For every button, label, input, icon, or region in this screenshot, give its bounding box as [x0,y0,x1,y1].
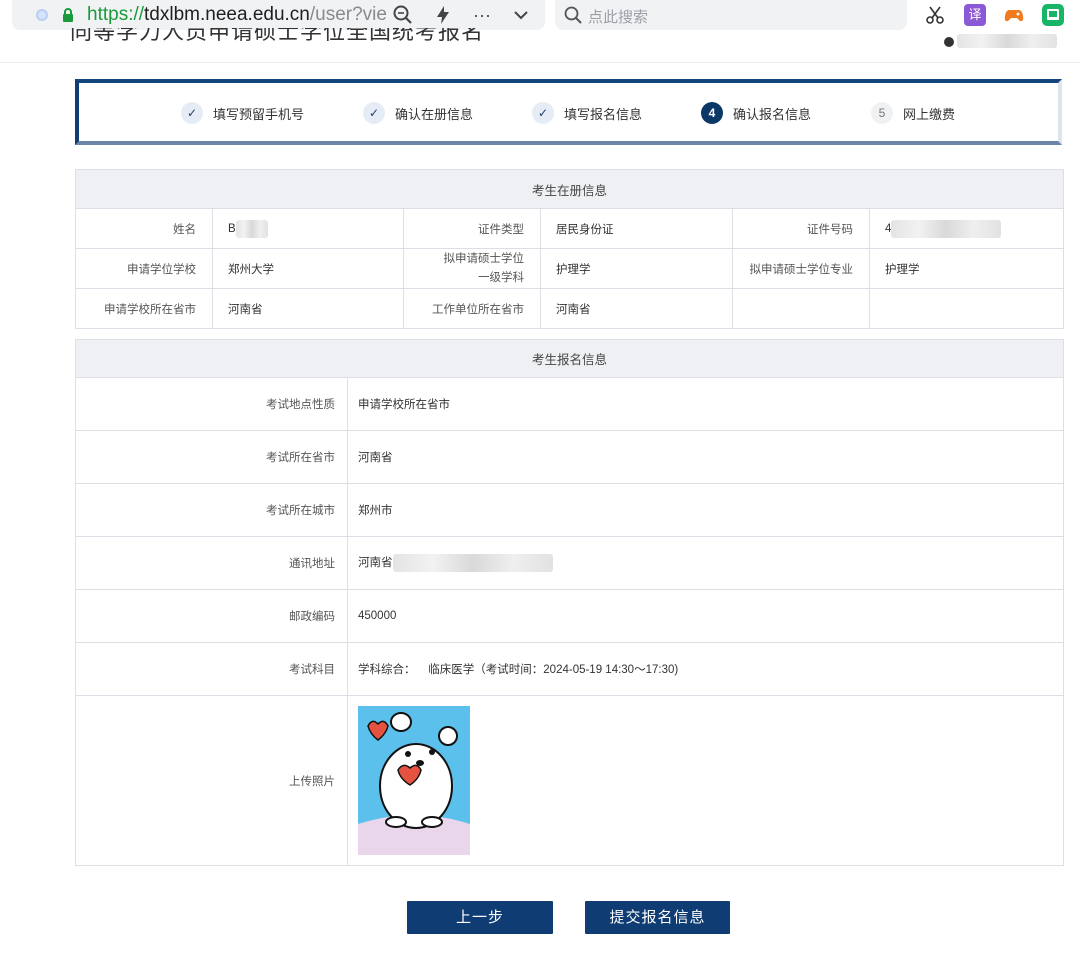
postal-code-value: 450000 [346,589,1065,643]
scissors-icon[interactable] [924,4,946,26]
uploaded-photo [358,706,470,855]
work-province-value: 河南省 [540,288,733,329]
step-5: 5 网上缴费 [871,102,955,124]
header-divider [0,62,1080,63]
address-label: 通讯地址 [75,536,348,590]
reader-icon[interactable] [1042,4,1064,26]
user-name-redacted [957,34,1057,48]
discipline-label: 拟申请硕士学位一级学科 [403,248,541,289]
site-info-icon[interactable] [36,9,48,21]
address-bar[interactable]: https://tdxlbm.neea.edu.cn/user?vie ··· [12,0,545,30]
url-text[interactable]: https://tdxlbm.neea.edu.cn/user?vie [87,4,397,26]
step-label: 确认在册信息 [395,106,474,122]
school-province-value: 河南省 [212,288,404,329]
step-3: ✓ 填写报名信息 [532,102,642,124]
photo-cell [346,695,1065,866]
step-1: ✓ 填写预留手机号 [181,102,304,124]
browser-search[interactable]: 点此搜索 [555,0,907,30]
step-label: 填写报名信息 [564,106,643,122]
bear-illustration [358,706,470,855]
progress-steps: ✓ 填写预留手机号 ✓ 确认在册信息 ✓ 填写报名信息 4 确认报名信息 5 网… [75,79,1062,145]
registration-info-table: 考生报名信息 考试地点性质 申请学校所在省市 考试所在省市 河南省 考试所在城市… [74,339,1065,866]
previous-step-button[interactable]: 上一步 [407,901,553,934]
exam-subject-value: 学科综合： 临床医学（考试时间：2024-05-19 14:30～17:30) [346,642,1065,696]
major-value: 护理学 [868,248,1065,289]
id-number-value: 4 [868,208,1065,249]
name-value: B [212,208,404,249]
user-icon [944,37,954,47]
id-type-label: 证件类型 [403,208,541,249]
search-placeholder: 点此搜索 [588,9,649,26]
translate-icon[interactable]: 译 [964,4,986,26]
section-title: 考生报名信息 [74,339,1065,378]
name-label: 姓名 [75,208,213,249]
step-number: 5 [871,102,893,124]
photo-label: 上传照片 [75,695,348,866]
discipline-value: 护理学 [540,248,733,289]
school-value: 郑州大学 [212,248,404,289]
step-2: ✓ 确认在册信息 [363,102,473,124]
game-icon[interactable] [1003,4,1025,26]
step-number: 4 [701,102,723,124]
exam-province-value: 河南省 [346,430,1065,484]
postal-code-label: 邮政编码 [75,589,348,643]
exam-site-type-value: 申请学校所在省市 [346,377,1065,431]
site-title: 同等学力人员申请硕士学位全国统考报名平台 [70,28,485,44]
step-label: 网上缴费 [903,106,956,122]
school-label: 申请学位学校 [75,248,213,289]
step-4: 4 确认报名信息 [701,102,811,124]
submit-registration-button[interactable]: 提交报名信息 [585,901,730,934]
id-number-label: 证件号码 [732,208,870,249]
registry-info-table: 考生在册信息 姓名 B 证件类型 居民身份证 证件号码 4 申请学位学校 郑州大… [74,169,1065,329]
chevron-down-icon[interactable] [510,4,532,26]
more-icon[interactable]: ··· [471,4,493,26]
empty-cell [732,288,870,329]
empty-cell [868,288,1065,329]
school-province-label: 申请学校所在省市 [75,288,213,329]
id-type-value: 居民身份证 [540,208,733,249]
lock-icon [63,8,73,22]
step-label: 填写预留手机号 [213,106,305,122]
check-icon: ✓ [363,102,385,124]
zoom-icon[interactable] [392,4,414,26]
exam-province-label: 考试所在省市 [75,430,348,484]
exam-subject-label: 考试科目 [75,642,348,696]
address-value: 河南省 [346,536,1065,590]
user-info[interactable] [943,34,1058,50]
exam-city-label: 考试所在城市 [75,483,348,537]
major-label: 拟申请硕士学位专业 [732,248,870,289]
lightning-icon[interactable] [432,4,454,26]
search-icon [564,6,582,24]
exam-city-value: 郑州市 [346,483,1065,537]
section-title: 考生在册信息 [74,169,1065,209]
check-icon: ✓ [181,102,203,124]
work-province-label: 工作单位所在省市 [403,288,541,329]
check-icon: ✓ [532,102,554,124]
exam-site-type-label: 考试地点性质 [75,377,348,431]
step-label: 确认报名信息 [733,106,812,122]
